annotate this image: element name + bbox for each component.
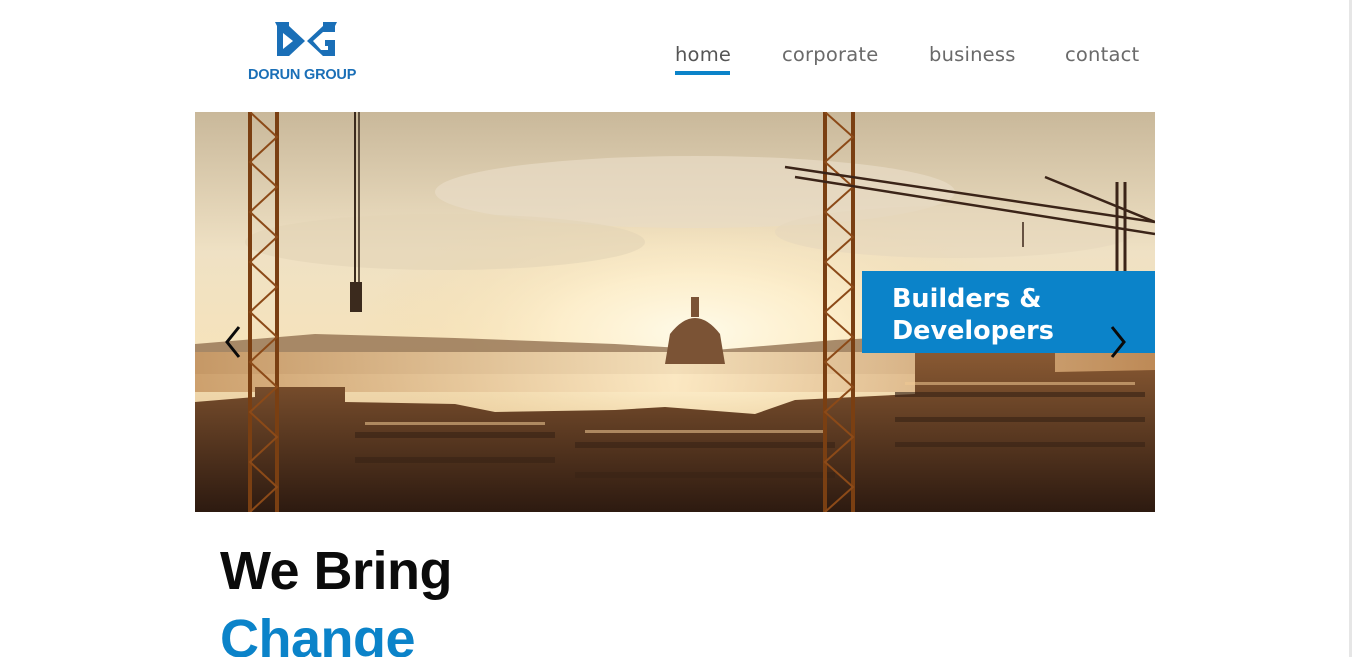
chevron-left-icon — [225, 326, 241, 358]
badge-line-1: Builders & — [892, 284, 1042, 314]
nav-item-corporate[interactable]: corporate — [782, 43, 878, 66]
main-nav: home corporate business contact — [0, 43, 1352, 83]
hero-slider[interactable]: Builders & Developers — [195, 112, 1155, 512]
nav-active-indicator — [675, 71, 730, 75]
nav-item-home[interactable]: home — [675, 43, 731, 66]
chevron-right-icon — [1110, 326, 1126, 358]
nav-item-contact[interactable]: contact — [1065, 43, 1139, 66]
headline-line-2: Change — [220, 609, 416, 657]
headline-line-1: We Bring — [220, 541, 453, 601]
slider-next-button[interactable] — [1102, 322, 1132, 362]
slider-prev-button[interactable] — [219, 322, 249, 362]
nav-item-business[interactable]: business — [929, 43, 1016, 66]
